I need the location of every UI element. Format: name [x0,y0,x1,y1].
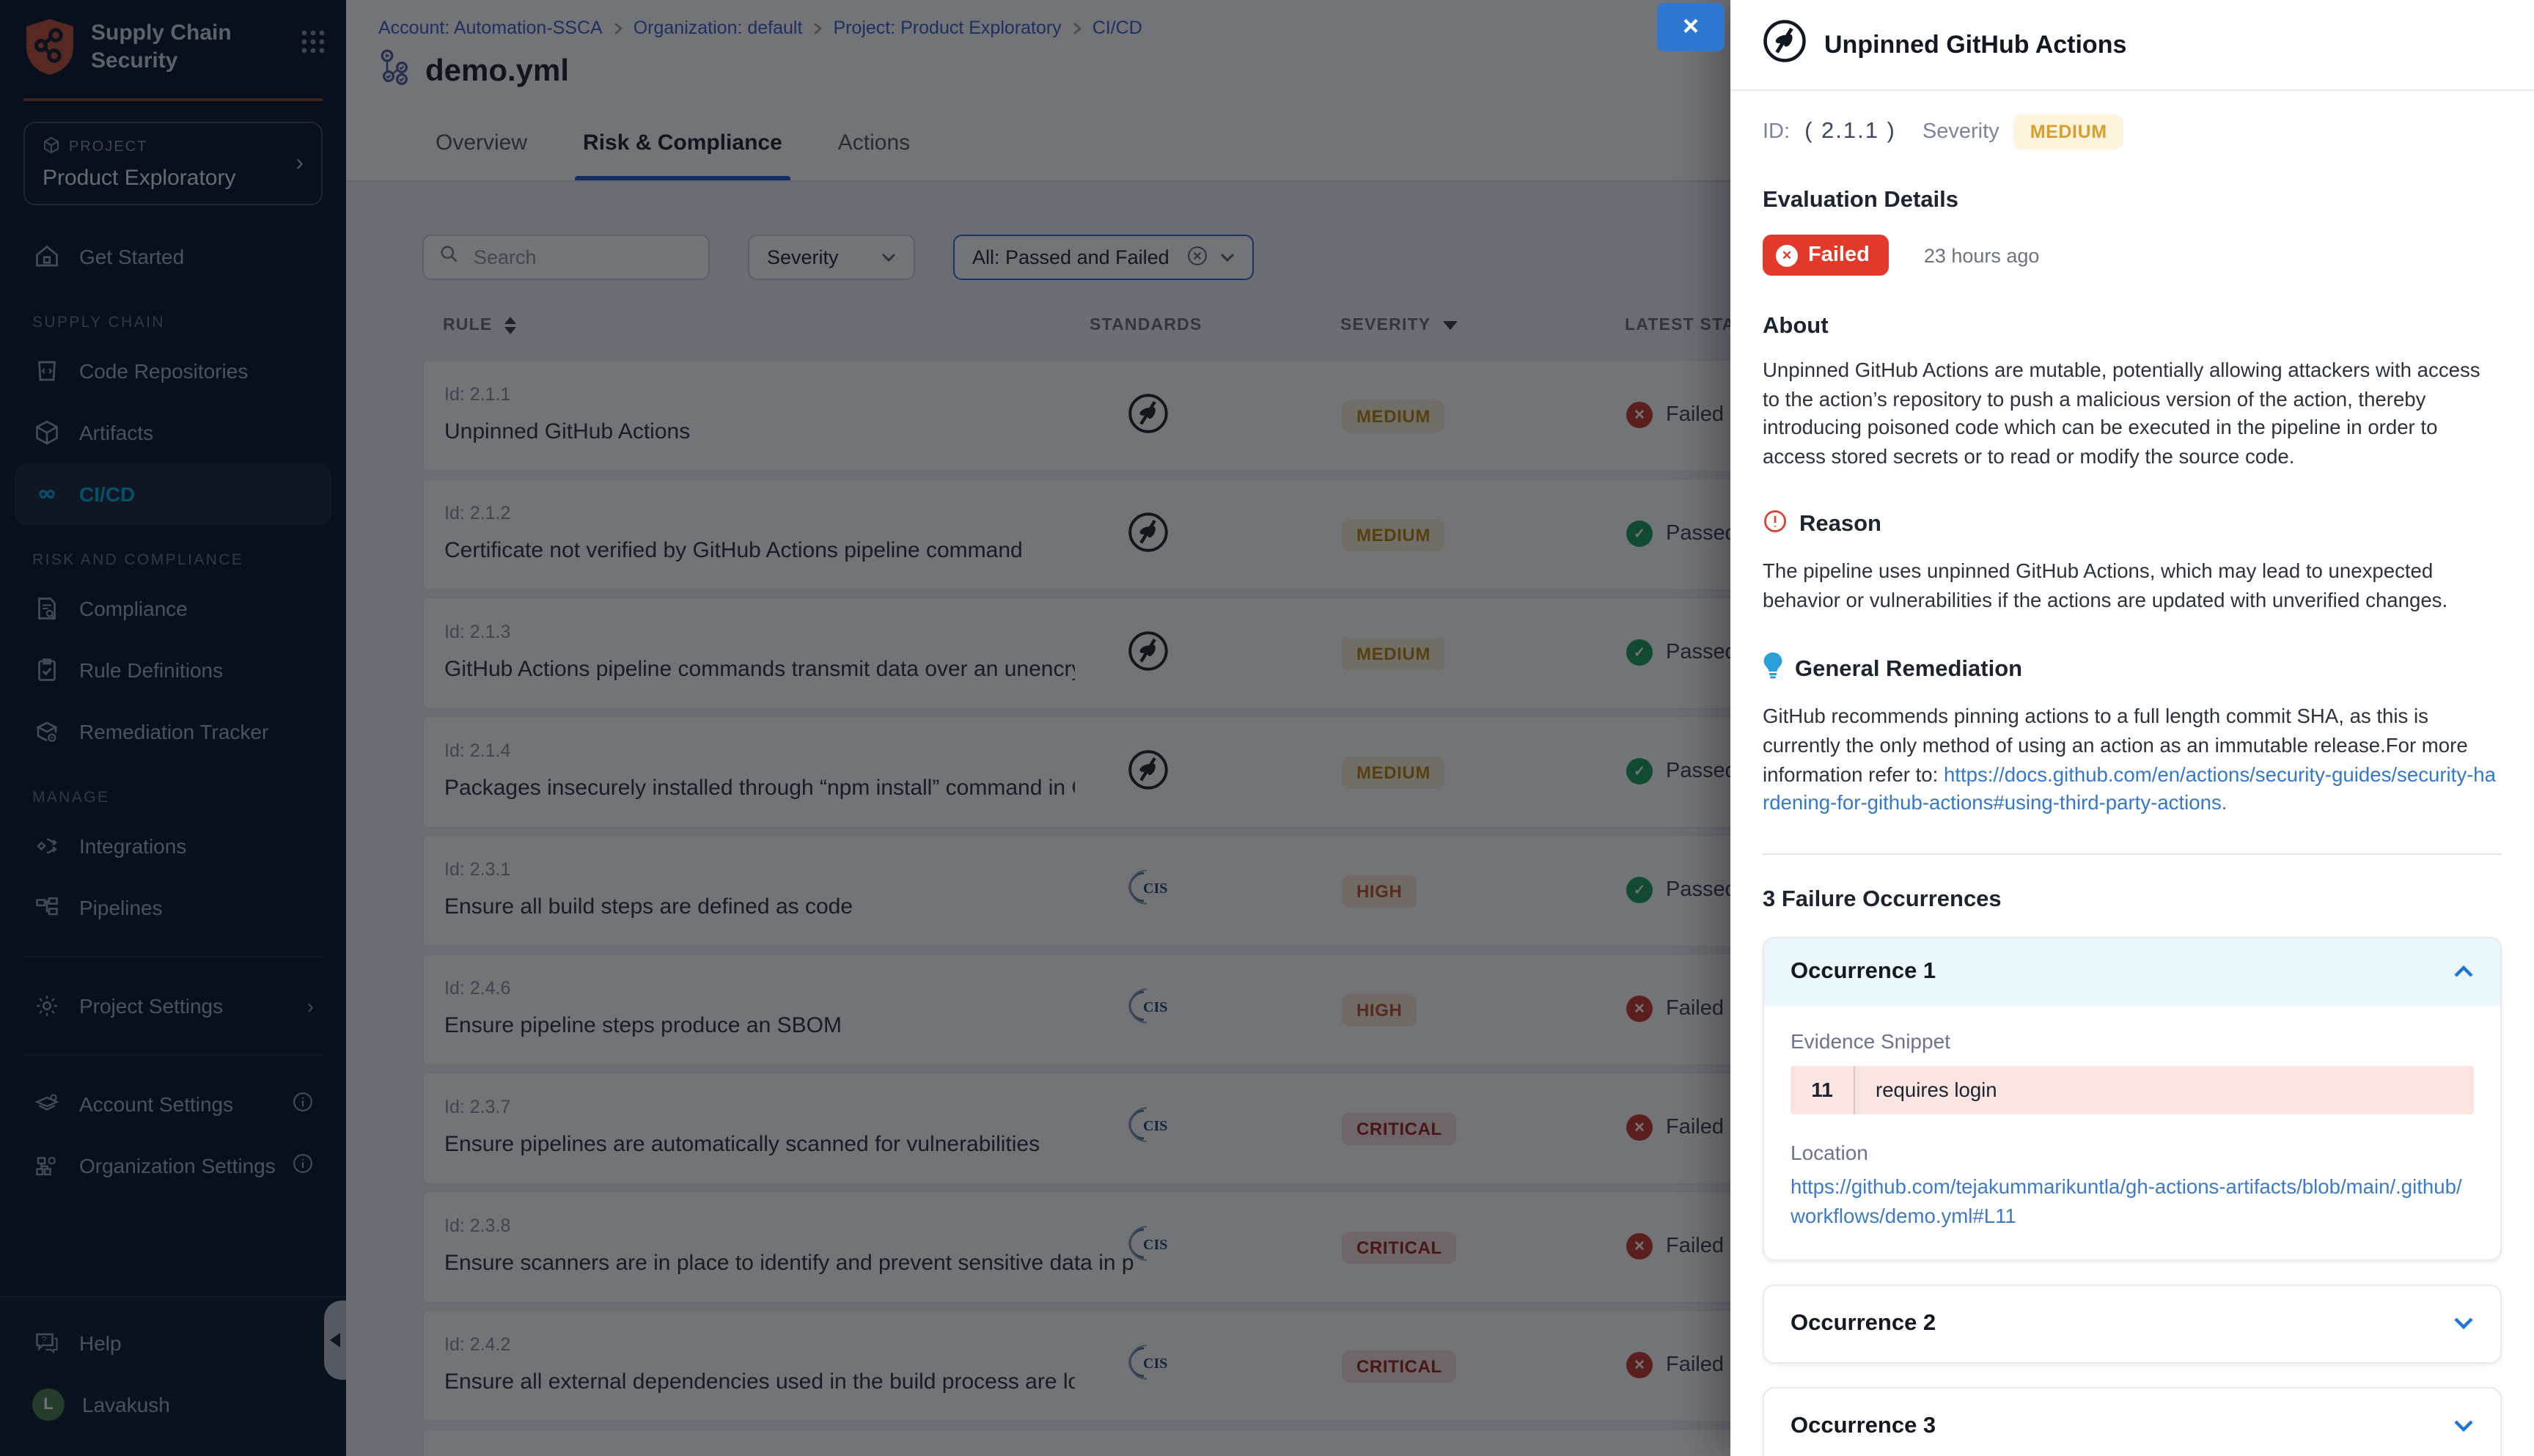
drawer-body: ID: ( 2.1.1 ) Severity MEDIUM Evaluation… [1730,91,2534,1456]
evidence-line-number: 11 [1791,1066,1855,1114]
chevron-down-icon[interactable] [2453,1413,2474,1440]
drawer-title: Unpinned GitHub Actions [1824,30,2126,59]
occurrence-2-card: Occurrence 2 [1763,1284,2502,1364]
occurrence-title: Occurrence 3 [1791,1413,1936,1440]
alert-circle-icon [1763,510,1788,542]
x-circle-icon: ✕ [1776,244,1798,266]
modal-dim-overlay[interactable] [0,0,1730,1456]
general-remediation-heading: General Remediation [1763,653,2502,687]
occurrence-2-header[interactable]: Occurrence 2 [1764,1286,2500,1362]
failure-occurrences-heading: 3 Failure Occurrences [1763,887,2502,913]
chevron-down-icon[interactable] [2453,1311,2474,1337]
remediation-text: GitHub recommends pinning actions to a f… [1763,703,2502,818]
rule-id-row: ID: ( 2.1.1 ) Severity MEDIUM [1763,114,2502,150]
occurrence-3-header[interactable]: Occurrence 3 [1764,1389,2500,1456]
drawer-close-button[interactable]: × [1657,3,1725,51]
evaluation-row: ✕ Failed 23 hours ago [1763,235,2502,276]
evidence-code: requires login [1855,1066,1997,1114]
about-heading: About [1763,314,2502,340]
severity-badge: MEDIUM [2014,114,2123,150]
failed-status-badge: ✕ Failed [1763,235,1889,276]
occurrence-1-header[interactable]: Occurrence 1 [1764,938,2500,1006]
reason-text: The pipeline uses unpinned GitHub Action… [1763,558,2502,615]
id-label: ID: [1763,120,1790,144]
evidence-snippet-label: Evidence Snippet [1791,1029,2474,1053]
reason-heading: Reason [1763,510,2502,542]
id-value: ( 2.1.1 ) [1804,119,1896,145]
occurrence-title: Occurrence 2 [1791,1311,1936,1337]
occurrence-title: Occurrence 1 [1791,959,1936,985]
evaluation-details-heading: Evaluation Details [1763,188,2502,214]
occurrence-1-card: Occurrence 1 Evidence Snippet 11 require… [1763,937,2502,1262]
drawer-header: Unpinned GitHub Actions [1730,0,2534,91]
app-root: Supply Chain Security PROJECT Product Ex… [0,0,2534,1456]
close-icon: × [1683,13,1699,41]
rule-detail-drawer: Unpinned GitHub Actions ID: ( 2.1.1 ) Se… [1730,0,2534,1456]
occurrence-1-body: Evidence Snippet 11 requires login Locat… [1764,1006,2500,1260]
location-label: Location [1791,1141,2474,1164]
occurrence-3-card: Occurrence 3 [1763,1387,2502,1456]
severity-label: Severity [1922,120,1999,144]
failed-text: Failed [1808,243,1870,267]
drawer-divider [1763,853,2502,855]
owasp-icon [1763,19,1807,70]
evaluation-time: 23 hours ago [1924,244,2040,266]
evidence-snippet: 11 requires login [1791,1066,2474,1114]
chevron-up-icon[interactable] [2453,959,2474,985]
location-link[interactable]: https://github.com/tejakummarikuntla/gh-… [1791,1173,2474,1234]
about-text: Unpinned GitHub Actions are mutable, pot… [1763,356,2502,471]
lightbulb-icon [1763,653,1783,687]
